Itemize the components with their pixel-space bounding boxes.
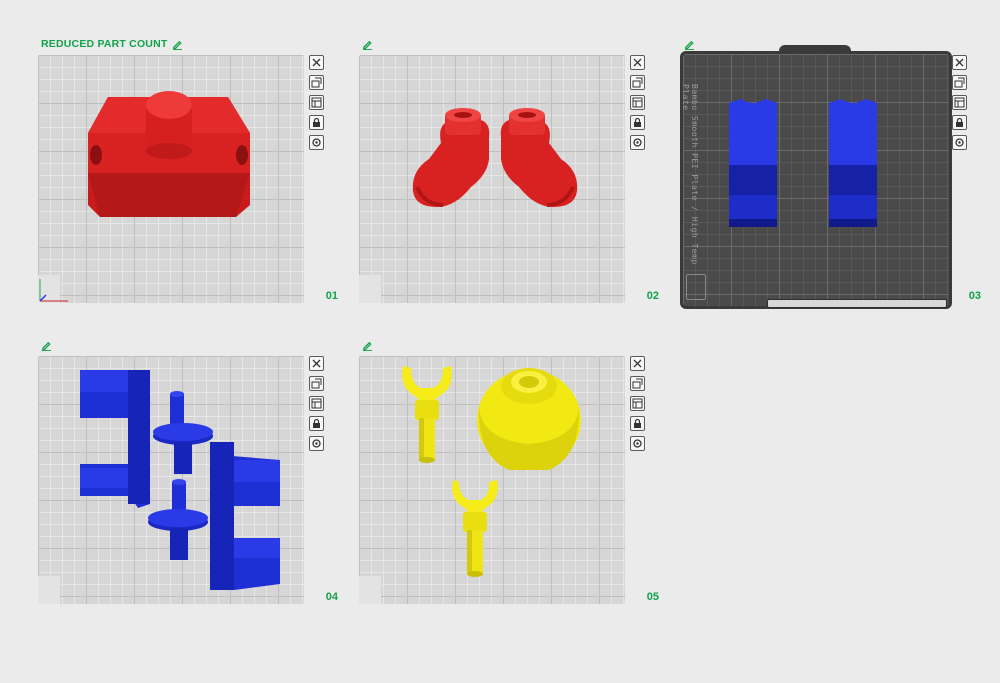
right-arm-part[interactable] [210, 442, 280, 590]
auto-orient-icon[interactable] [952, 75, 967, 90]
plate-header [362, 338, 373, 352]
plate-models [729, 99, 877, 227]
left-leg-part[interactable] [412, 108, 490, 207]
settings-icon[interactable] [952, 135, 967, 150]
axis-gizmo [39, 279, 68, 302]
plate-03[interactable]: Bambu Smooth PEI Plate / High Temp Plate… [680, 37, 1000, 327]
plate-number: 03 [968, 290, 981, 302]
plate-toolbar [309, 356, 325, 451]
arrange-icon[interactable] [630, 95, 645, 110]
plate-title: REDUCED PART COUNT [41, 38, 168, 50]
left-arm-part[interactable] [80, 370, 150, 508]
plate-models [39, 91, 250, 302]
edit-icon[interactable] [41, 340, 52, 351]
lock-icon[interactable] [309, 115, 324, 130]
plate-models [412, 108, 578, 207]
settings-icon[interactable] [309, 135, 324, 150]
left-hip-part[interactable] [729, 99, 777, 227]
lock-icon[interactable] [309, 416, 324, 431]
plate-04[interactable]: 04 [38, 338, 358, 628]
arrange-icon[interactable] [952, 95, 967, 110]
edit-icon[interactable] [362, 340, 373, 351]
close-icon[interactable] [630, 356, 645, 371]
settings-icon[interactable] [630, 135, 645, 150]
close-icon[interactable] [309, 55, 324, 70]
right-hip-part[interactable] [829, 99, 877, 227]
auto-orient-icon[interactable] [630, 75, 645, 90]
plate-header [41, 338, 52, 352]
left-hand-part[interactable] [402, 366, 452, 463]
close-icon[interactable] [309, 356, 324, 371]
plate-toolbar [952, 55, 968, 150]
right-leg-part[interactable] [500, 108, 578, 207]
plate-toolbar [309, 55, 325, 150]
plate-number: 02 [646, 290, 659, 302]
lock-icon[interactable] [630, 416, 645, 431]
close-icon[interactable] [952, 55, 967, 70]
head-part[interactable] [477, 368, 581, 470]
plate-01[interactable]: REDUCED PART COUNT 01 [38, 37, 358, 327]
plate-header [362, 37, 373, 51]
plate-header: REDUCED PART COUNT [41, 37, 183, 51]
plate-number: 05 [646, 591, 659, 603]
plate-models [402, 366, 581, 577]
lock-icon[interactable] [630, 115, 645, 130]
plate-toolbar [630, 55, 646, 150]
plate-05[interactable]: 05 [359, 338, 679, 628]
plate-number: 04 [325, 591, 338, 603]
arrange-icon[interactable] [309, 95, 324, 110]
lock-icon[interactable] [952, 115, 967, 130]
plate-header [684, 37, 695, 51]
plate-toolbar [630, 356, 646, 451]
upper-peg-part[interactable] [153, 391, 213, 474]
right-hand-part[interactable] [452, 480, 498, 577]
edit-icon[interactable] [684, 39, 695, 50]
arrange-icon[interactable] [630, 396, 645, 411]
torso-part[interactable] [88, 91, 250, 217]
edit-icon[interactable] [172, 39, 183, 50]
lower-peg-part[interactable] [148, 479, 208, 560]
auto-orient-icon[interactable] [630, 376, 645, 391]
close-icon[interactable] [630, 55, 645, 70]
settings-icon[interactable] [309, 436, 324, 451]
auto-orient-icon[interactable] [309, 75, 324, 90]
plate-number: 01 [325, 290, 338, 302]
auto-orient-icon[interactable] [309, 376, 324, 391]
plate-02[interactable]: 02 [359, 37, 679, 327]
settings-icon[interactable] [630, 436, 645, 451]
edit-icon[interactable] [362, 39, 373, 50]
arrange-icon[interactable] [309, 396, 324, 411]
plate-models [80, 370, 280, 590]
